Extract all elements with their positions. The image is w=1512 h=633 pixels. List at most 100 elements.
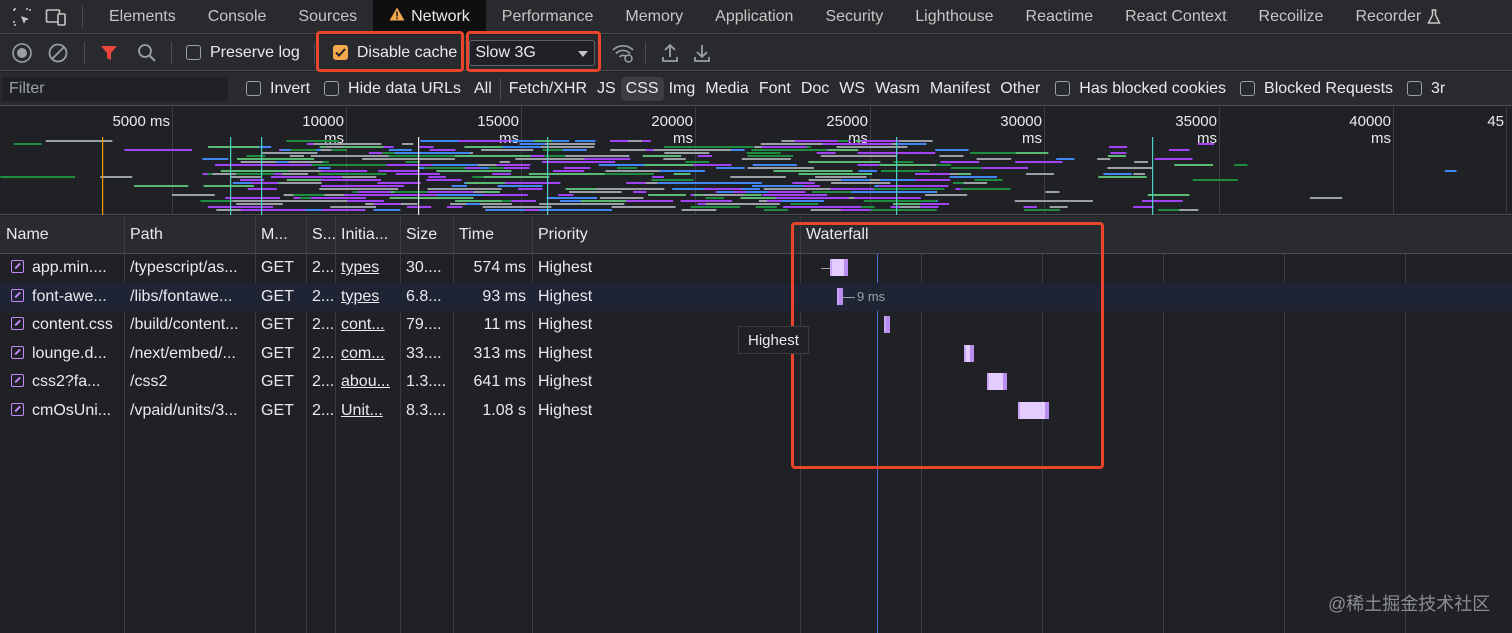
network-conditions-icon[interactable] (611, 41, 635, 65)
filter-type-img[interactable]: Img (664, 77, 701, 101)
filter-type-font[interactable]: Font (754, 77, 796, 101)
hide-data-urls-box[interactable] (324, 81, 340, 96)
waterfall-bar[interactable] (830, 259, 848, 276)
overview-activity-bar (755, 206, 777, 208)
waterfall-bar[interactable] (884, 316, 890, 333)
third-party-box[interactable] (1407, 81, 1423, 96)
tab-console[interactable]: Console (192, 0, 283, 34)
cell-size: 30.... (400, 254, 453, 283)
overview-activity-bar (230, 176, 261, 178)
preserve-log-box[interactable] (186, 45, 201, 60)
tab-elements[interactable]: Elements (93, 0, 192, 34)
cell-initiator[interactable]: Unit... (335, 397, 400, 426)
overview-activity-bar (596, 188, 665, 190)
overview-activity-bar (394, 152, 471, 154)
column-name[interactable]: Name (0, 216, 124, 254)
column-time[interactable]: Time (453, 216, 532, 254)
hide-data-urls-checkbox[interactable]: Hide data URLs (324, 80, 461, 98)
cell-initiator[interactable]: types (335, 283, 400, 312)
cell-time-text: 574 ms (473, 259, 526, 276)
tab-performance[interactable]: Performance (486, 0, 610, 34)
export-har-icon[interactable] (690, 41, 714, 65)
overview-activity-bar (628, 140, 642, 142)
overview-activity-bar (432, 164, 479, 166)
disable-cache-box[interactable] (332, 45, 348, 60)
overview-activity-bar (13, 143, 42, 145)
cell-initiator[interactable]: cont... (335, 311, 400, 340)
inspect-element-icon[interactable] (10, 5, 34, 29)
tab-react-context[interactable]: React Context (1109, 0, 1242, 34)
has-blocked-cookies-box[interactable] (1055, 81, 1071, 96)
blocked-requests-checkbox[interactable]: Blocked Requests (1240, 80, 1393, 98)
cell-method: GET (255, 368, 306, 397)
cell-initiator[interactable]: types (335, 254, 400, 283)
filter-type-all[interactable]: All (469, 77, 497, 101)
filter-type-ws[interactable]: WS (834, 77, 870, 101)
filter-type-js[interactable]: JS (592, 77, 621, 101)
tab-recoilize[interactable]: Recoilize (1243, 0, 1340, 34)
overview-activity-bar (134, 185, 189, 187)
overview-activity-bar (539, 209, 612, 211)
has-blocked-cookies-checkbox[interactable]: Has blocked cookies (1055, 80, 1226, 98)
cell-name-text: font-awe... (32, 287, 107, 305)
cell-path-text: /libs/fontawe... (130, 287, 233, 305)
filter-type-doc[interactable]: Doc (796, 77, 834, 101)
overview-activity-bar (760, 143, 823, 145)
filter-type-fetch-xhr[interactable]: Fetch/XHR (504, 77, 592, 101)
third-party-checkbox[interactable]: 3r (1407, 80, 1445, 98)
overview-activity-bar (1147, 194, 1190, 196)
table-row[interactable]: css2?fa... /css2 GET 2... abou... 1.3.... 641 … (0, 368, 1512, 397)
tab-network[interactable]: Network (373, 0, 486, 34)
disable-cache-checkbox[interactable]: Disable cache (332, 44, 457, 62)
filter-type-css[interactable]: CSS (620, 76, 664, 101)
clear-icon[interactable] (46, 41, 70, 65)
table-row[interactable]: font-awe... /libs/fontawe... GET 2... types 6… (0, 282, 1512, 312)
filter-type-media[interactable]: Media (700, 77, 754, 101)
hide-data-urls-label: Hide data URLs (348, 79, 461, 97)
column-initiator[interactable]: Initia... (335, 216, 400, 254)
filter-icon[interactable] (97, 41, 121, 65)
column-method[interactable]: M... (255, 216, 306, 254)
cell-initiator-text: com... (341, 344, 385, 362)
overview-activity-bar (746, 191, 768, 193)
overview-activity-bar (915, 173, 950, 175)
tab-recorder[interactable]: Recorder (1339, 0, 1457, 34)
table-row[interactable]: cmOsUni... /vpaid/units/3... GET 2... Unit..… (0, 397, 1512, 426)
network-overview[interactable]: 5000 ms 10000 ms 15000 ms 20000 ms 25000 ms 3… (0, 107, 1512, 215)
tab-application[interactable]: Application (699, 0, 809, 34)
device-toolbar-icon[interactable] (44, 5, 68, 29)
waterfall-bar[interactable] (1018, 402, 1049, 419)
column-status[interactable]: S... (306, 216, 335, 254)
tab-sources[interactable]: Sources (282, 0, 373, 34)
overview-activity-bar (534, 140, 552, 142)
tab-memory[interactable]: Memory (609, 0, 699, 34)
filter-type-wasm[interactable]: Wasm (870, 77, 925, 101)
waterfall-bar[interactable] (964, 345, 974, 362)
record-icon[interactable] (10, 41, 34, 65)
throttling-select[interactable]: Slow 3G (469, 39, 596, 66)
invert-box[interactable] (246, 81, 261, 96)
column-path[interactable]: Path (124, 216, 255, 254)
tab-reactime[interactable]: Reactime (1010, 0, 1110, 34)
tab-lighthouse[interactable]: Lighthouse (899, 0, 1009, 34)
column-size[interactable]: Size (400, 216, 453, 254)
import-har-icon[interactable] (658, 41, 682, 65)
filter-input[interactable]: Filter (2, 76, 228, 101)
filter-type-other[interactable]: Other (995, 77, 1045, 101)
overview-activity-bar (575, 140, 596, 142)
cell-initiator[interactable]: com... (335, 340, 400, 369)
search-icon[interactable] (135, 41, 159, 65)
invert-checkbox[interactable]: Invert (246, 80, 310, 98)
blocked-requests-box[interactable] (1240, 81, 1256, 96)
cell-name-text: lounge.d... (32, 344, 107, 362)
preserve-log-checkbox[interactable]: Preserve log (186, 44, 300, 62)
column-waterfall[interactable]: Waterfall (800, 216, 1100, 254)
overview-activity-bar (240, 179, 265, 181)
table-row[interactable]: app.min.... /typescript/as... GET 2... types… (0, 254, 1512, 283)
column-priority[interactable]: Priority (532, 216, 800, 254)
cell-initiator[interactable]: abou... (335, 368, 400, 397)
tab-security[interactable]: Security (809, 0, 899, 34)
overview-activity-bar (879, 164, 920, 166)
waterfall-bar[interactable] (987, 373, 1007, 390)
filter-type-manifest[interactable]: Manifest (925, 77, 995, 101)
